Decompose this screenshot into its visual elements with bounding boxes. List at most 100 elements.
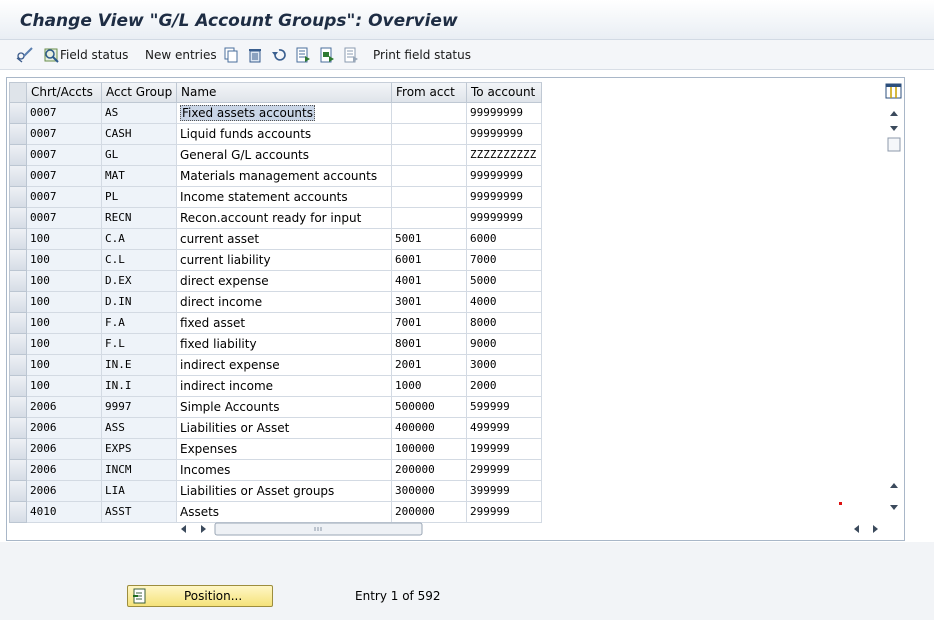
table-row[interactable]: 100 IN.E indirect expense 2001 3000 [7, 355, 567, 376]
print-field-status-button[interactable]: Print field status [373, 45, 471, 65]
cell-name[interactable]: fixed asset [177, 313, 392, 334]
table-row[interactable]: 0007 MAT Materials management accounts 9999… [7, 166, 567, 187]
cell-name[interactable]: Fixed assets accounts [177, 103, 392, 124]
cell-account-group[interactable]: LIA [102, 481, 177, 502]
cell-account-group[interactable]: AS [102, 103, 177, 124]
table-row[interactable]: 100 D.EX direct expense 4001 5000 [7, 271, 567, 292]
cell-from-account[interactable] [392, 124, 467, 145]
cell-to-account[interactable]: 499999 [467, 418, 542, 439]
row-selector[interactable] [9, 124, 27, 145]
cell-to-account[interactable]: ZZZZZZZZZZ [467, 145, 542, 166]
cell-account-group[interactable]: ASST [102, 502, 177, 523]
column-header-chart-of-accounts[interactable]: Chrt/Accts [27, 82, 102, 103]
cell-to-account[interactable]: 99999999 [467, 103, 542, 124]
table-row[interactable]: 4010 ASST Assets 200000 299999 [7, 502, 567, 523]
cell-name[interactable]: indirect income [177, 376, 392, 397]
cell-from-account[interactable]: 200000 [392, 502, 467, 523]
table-row[interactable]: 100 D.IN direct income 3001 4000 [7, 292, 567, 313]
cell-from-account[interactable]: 5001 [392, 229, 467, 250]
row-selector[interactable] [9, 313, 27, 334]
cell-chart-of-accounts[interactable]: 100 [27, 376, 102, 397]
table-row[interactable]: 0007 PL Income statement accounts 99999999 [7, 187, 567, 208]
undo-button[interactable] [270, 45, 288, 65]
cell-to-account[interactable]: 5000 [467, 271, 542, 292]
cell-from-account[interactable]: 100000 [392, 439, 467, 460]
horizontal-scrollbar[interactable] [177, 521, 887, 537]
row-selector[interactable] [9, 208, 27, 229]
cell-name[interactable]: Simple Accounts [177, 397, 392, 418]
cell-name[interactable]: direct expense [177, 271, 392, 292]
table-row[interactable]: 2006 INCM Incomes 200000 299999 [7, 460, 567, 481]
cell-to-account[interactable]: 2000 [467, 376, 542, 397]
table-row[interactable]: 2006 EXPS Expenses 100000 199999 [7, 439, 567, 460]
table-row[interactable]: 100 F.L fixed liability 8001 9000 [7, 334, 567, 355]
cell-to-account[interactable]: 9000 [467, 334, 542, 355]
cell-account-group[interactable]: IN.E [102, 355, 177, 376]
cell-to-account[interactable]: 3000 [467, 355, 542, 376]
cell-chart-of-accounts[interactable]: 100 [27, 334, 102, 355]
cell-account-group[interactable]: GL [102, 145, 177, 166]
cell-to-account[interactable]: 299999 [467, 502, 542, 523]
cell-to-account[interactable]: 4000 [467, 292, 542, 313]
row-selector[interactable] [9, 355, 27, 376]
cell-chart-of-accounts[interactable]: 100 [27, 271, 102, 292]
cell-name[interactable]: Incomes [177, 460, 392, 481]
cell-from-account[interactable]: 200000 [392, 460, 467, 481]
cell-to-account[interactable]: 99999999 [467, 187, 542, 208]
row-selector[interactable] [9, 502, 27, 523]
cell-chart-of-accounts[interactable]: 2006 [27, 460, 102, 481]
cell-from-account[interactable]: 2001 [392, 355, 467, 376]
table-row[interactable]: 100 F.A fixed asset 7001 8000 [7, 313, 567, 334]
cell-name[interactable]: current asset [177, 229, 392, 250]
delete-button[interactable] [246, 45, 264, 65]
cell-name[interactable]: Assets [177, 502, 392, 523]
cell-name[interactable]: Liquid funds accounts [177, 124, 392, 145]
select-all-rows-cell[interactable] [9, 82, 27, 103]
table-row[interactable]: 100 C.A current asset 5001 6000 [7, 229, 567, 250]
cell-from-account[interactable] [392, 145, 467, 166]
cell-chart-of-accounts[interactable]: 0007 [27, 103, 102, 124]
row-selector[interactable] [9, 481, 27, 502]
cell-name[interactable]: direct income [177, 292, 392, 313]
cell-chart-of-accounts[interactable]: 100 [27, 292, 102, 313]
cell-chart-of-accounts[interactable]: 100 [27, 250, 102, 271]
cell-account-group[interactable]: ASS [102, 418, 177, 439]
select-block-button[interactable] [318, 45, 336, 65]
cell-chart-of-accounts[interactable]: 2006 [27, 481, 102, 502]
row-selector[interactable] [9, 292, 27, 313]
cell-chart-of-accounts[interactable]: 0007 [27, 145, 102, 166]
row-selector[interactable] [9, 439, 27, 460]
table-row[interactable]: 0007 CASH Liquid funds accounts 99999999 [7, 124, 567, 145]
column-header-from-account[interactable]: From acct [392, 82, 467, 103]
cell-account-group[interactable]: D.EX [102, 271, 177, 292]
field-status-button[interactable]: Field status [42, 45, 128, 65]
row-selector[interactable] [9, 187, 27, 208]
table-row[interactable]: 0007 AS Fixed assets accounts 99999999 [7, 103, 567, 124]
cell-from-account[interactable]: 3001 [392, 292, 467, 313]
row-selector[interactable] [9, 271, 27, 292]
row-selector[interactable] [9, 397, 27, 418]
cell-name[interactable]: Expenses [177, 439, 392, 460]
cell-account-group[interactable]: 9997 [102, 397, 177, 418]
row-selector[interactable] [9, 418, 27, 439]
cell-from-account[interactable]: 8001 [392, 334, 467, 355]
table-row[interactable]: 0007 RECN Recon.account ready for input 999… [7, 208, 567, 229]
column-header-to-account[interactable]: To account [467, 82, 542, 103]
cell-to-account[interactable]: 399999 [467, 481, 542, 502]
cell-to-account[interactable]: 199999 [467, 439, 542, 460]
column-settings-button[interactable] [885, 83, 902, 99]
cell-from-account[interactable] [392, 208, 467, 229]
cell-name[interactable]: Income statement accounts [177, 187, 392, 208]
row-selector[interactable] [9, 376, 27, 397]
cell-chart-of-accounts[interactable]: 2006 [27, 418, 102, 439]
cell-chart-of-accounts[interactable]: 2006 [27, 439, 102, 460]
cell-account-group[interactable]: MAT [102, 166, 177, 187]
cell-chart-of-accounts[interactable]: 0007 [27, 124, 102, 145]
cell-account-group[interactable]: INCM [102, 460, 177, 481]
cell-name[interactable]: General G/L accounts [177, 145, 392, 166]
cell-account-group[interactable]: EXPS [102, 439, 177, 460]
cell-chart-of-accounts[interactable]: 100 [27, 355, 102, 376]
cell-chart-of-accounts[interactable]: 4010 [27, 502, 102, 523]
cell-name[interactable]: Materials management accounts [177, 166, 392, 187]
row-selector[interactable] [9, 460, 27, 481]
